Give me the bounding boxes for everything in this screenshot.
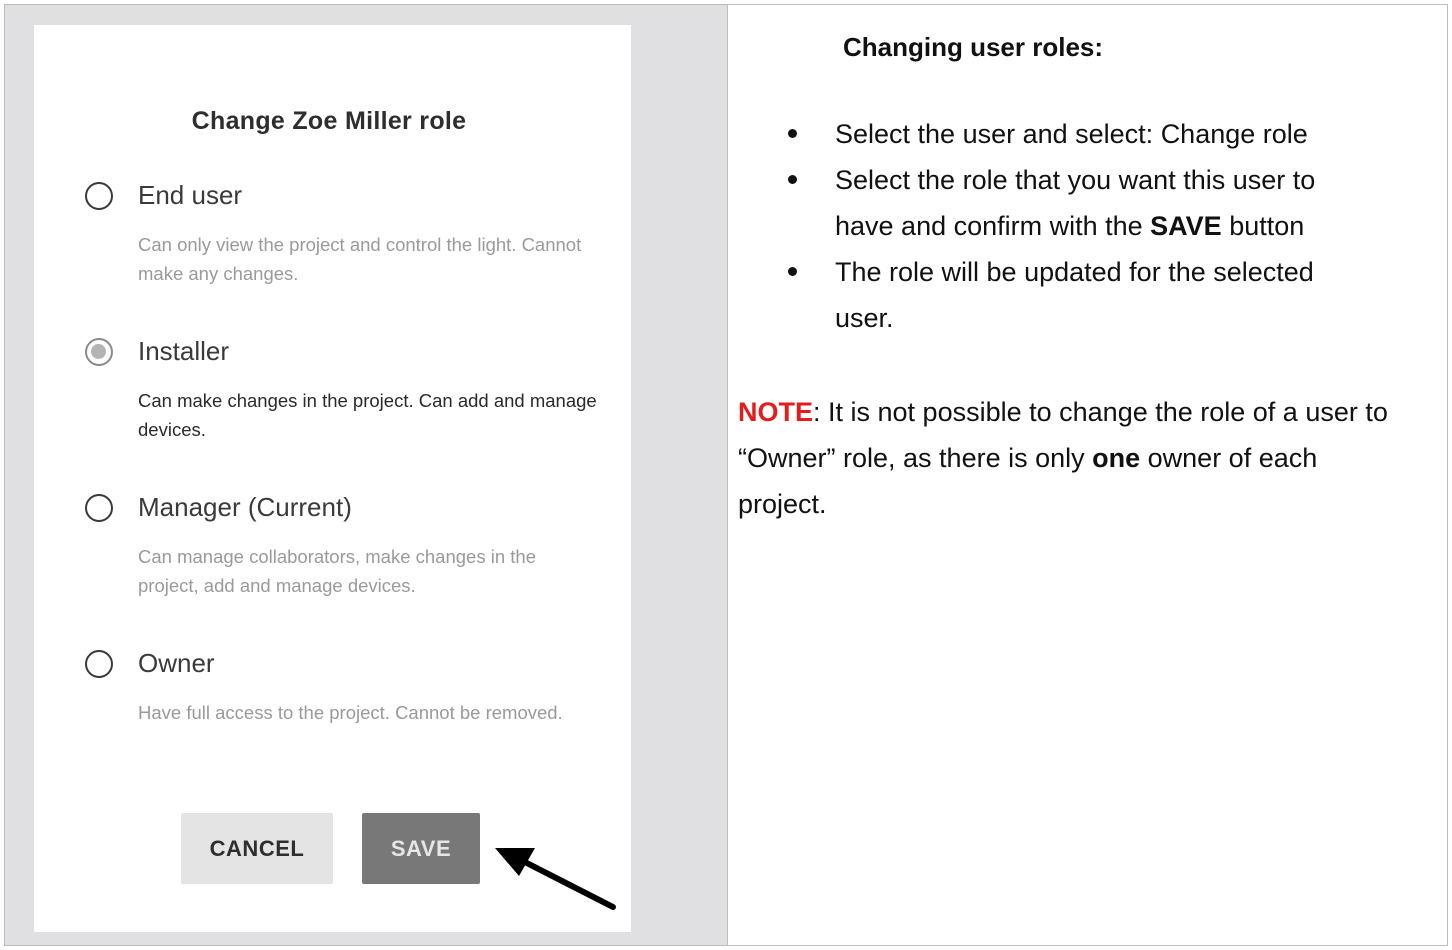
option-label: Manager (Current) — [138, 492, 352, 522]
list-item: Select the role that you want this user … — [728, 157, 1375, 249]
list-item: The role will be updated for the selecte… — [728, 249, 1375, 341]
note-paragraph: NOTE: It is not possible to change the r… — [738, 389, 1398, 527]
option-label: End user — [138, 180, 243, 210]
radio-installer[interactable] — [85, 338, 113, 366]
steps-list: Select the user and select: Change role … — [728, 111, 1428, 341]
dialog-title: Change Zoe Miller role — [191, 107, 467, 135]
option-description: Can make changes in the project. Can add… — [138, 390, 597, 440]
bullet-icon — [788, 175, 797, 184]
radio-end-user[interactable] — [85, 182, 113, 210]
option-description: Can only view the project and control th… — [138, 234, 582, 284]
instructions-panel: Changing user roles: Select the user and… — [728, 5, 1448, 945]
pointer-arrow-icon — [495, 848, 616, 910]
instructions-title: Changing user roles: — [843, 32, 1104, 62]
option-description: Can manage collaborators, make changes i… — [138, 546, 536, 596]
radio-owner[interactable] — [85, 650, 113, 678]
step-text: Select the user and select: Change role — [835, 119, 1308, 149]
list-item: Select the user and select: Change role — [728, 111, 1375, 157]
bullet-icon — [788, 129, 797, 138]
note-emphasis: one — [1092, 443, 1141, 473]
save-keyword: SAVE — [1150, 211, 1222, 241]
radio-manager[interactable] — [85, 494, 113, 522]
note-label: NOTE — [738, 397, 814, 427]
bullet-icon — [788, 267, 797, 276]
option-label: Installer — [138, 336, 230, 366]
step-text: The role will be updated for the selecte… — [835, 257, 1314, 333]
step-text-tail: button — [1221, 211, 1305, 241]
cancel-button[interactable]: CANCEL — [181, 813, 333, 884]
option-label: Owner — [138, 648, 215, 678]
change-role-dialog: Change Zoe Miller role End user Can only… — [34, 25, 631, 932]
option-description: Have full access to the project. Cannot … — [138, 702, 563, 723]
save-button[interactable]: SAVE — [362, 813, 480, 884]
